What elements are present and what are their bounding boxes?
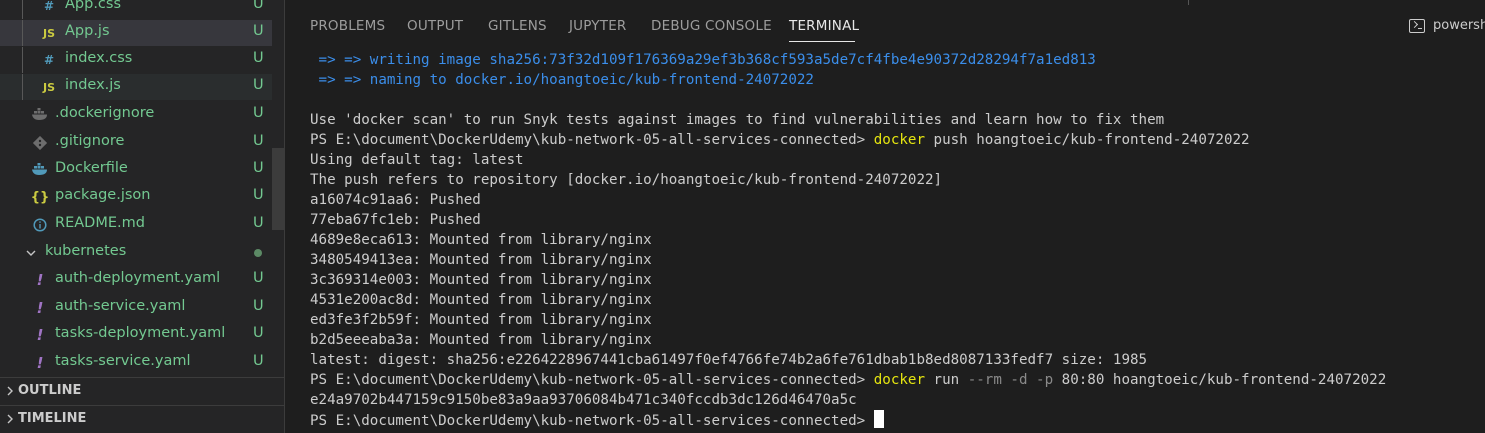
docker-icon [31, 161, 49, 179]
file-name: Dockerfile [55, 160, 128, 176]
terminal-line: 4531e200ac8d: Mounted from library/nginx [310, 292, 652, 308]
terminal-line: PS E:\document\DockerUdemy\kub-network-0… [310, 372, 1387, 388]
yaml-file-icon: ! [36, 299, 44, 317]
terminal-line: 3c369314e003: Mounted from library/nginx [310, 272, 652, 288]
js-file-icon: JS [42, 26, 55, 40]
file-name: package.json [55, 187, 151, 203]
file-dockerignore[interactable]: .dockerignore U [0, 102, 272, 128]
git-status-badge: U [253, 353, 264, 369]
terminal-icon [1409, 19, 1425, 33]
css-file-icon: # [43, 0, 55, 13]
file-app-js[interactable]: JS App.js U [0, 20, 272, 46]
git-status-badge: U [253, 77, 264, 93]
panel-tabs: PROBLEMS OUTPUT GITLENS JUPYTER DEBUG CO… [285, 0, 1485, 50]
git-status-badge: U [253, 325, 264, 341]
file-name: tasks-deployment.yaml [55, 325, 226, 341]
terminal-line: a16074c91aa6: Pushed [310, 192, 481, 208]
file-index-js[interactable]: JS index.js U [0, 74, 272, 100]
file-name: auth-service.yaml [55, 298, 186, 314]
git-status-badge: U [253, 187, 264, 203]
folder-kubernetes[interactable]: kubernetes [0, 240, 272, 266]
git-status-badge: U [253, 133, 264, 149]
terminal-line: => => writing image sha256:73f32d109f176… [310, 52, 1096, 68]
explorer-tree: # App.css U JS App.js U # index.css U JS… [0, 0, 284, 377]
tab-output[interactable]: OUTPUT [407, 18, 463, 34]
git-status-badge: U [253, 215, 264, 231]
modified-dot-icon [254, 249, 262, 257]
file-name: App.js [65, 23, 110, 39]
file-name: tasks-service.yaml [55, 353, 191, 369]
terminal-prompt-line[interactable]: PS E:\document\DockerUdemy\kub-network-0… [310, 410, 884, 430]
active-tab-indicator [789, 41, 855, 42]
js-file-icon: JS [42, 80, 55, 94]
terminal-line: latest: digest: sha256:e2264228967441cba… [310, 352, 1148, 368]
file-readme[interactable]: README.md U [0, 212, 272, 238]
yaml-file-icon: ! [36, 271, 44, 289]
git-status-badge: U [253, 0, 264, 12]
terminal-line: 4689e8eca613: Mounted from library/nginx [310, 232, 652, 248]
tab-gitlens[interactable]: GITLENS [488, 18, 547, 34]
docker-gray-icon [31, 106, 49, 124]
chevron-down-icon [22, 244, 40, 262]
file-auth-service-yaml[interactable]: ! auth-service.yaml U [0, 295, 272, 321]
sidebar: # App.css U JS App.js U # index.css U JS… [0, 0, 284, 433]
git-status-badge: U [253, 270, 264, 286]
file-auth-deployment-yaml[interactable]: ! auth-deployment.yaml U [0, 267, 272, 293]
terminal-line: e24a9702b447159c9150be83a9aa93706084b471… [310, 392, 857, 408]
json-file-icon: {} [30, 189, 50, 205]
yaml-file-icon: ! [36, 354, 44, 372]
file-name: .dockerignore [55, 105, 155, 121]
terminal-line: Use 'docker scan' to run Snyk tests agai… [310, 112, 1165, 128]
file-tasks-service-yaml[interactable]: ! tasks-service.yaml U [0, 350, 272, 376]
tab-problems[interactable]: PROBLEMS [310, 18, 385, 34]
outline-label: OUTLINE [18, 383, 82, 398]
git-icon [31, 134, 49, 152]
yaml-file-icon: ! [36, 326, 44, 344]
tab-jupyter[interactable]: JUPYTER [569, 18, 627, 34]
git-status-badge: U [253, 298, 264, 314]
git-status-badge: U [253, 50, 264, 66]
tab-debug-console[interactable]: DEBUG CONSOLE [651, 18, 772, 34]
git-status-badge: U [253, 23, 264, 39]
info-icon [31, 216, 49, 234]
chevron-right-icon [4, 412, 16, 426]
terminal-line: 3480549413ea: Mounted from library/nginx [310, 252, 652, 268]
folder-name: kubernetes [45, 243, 127, 259]
terminal-cursor [873, 410, 884, 428]
file-name: README.md [55, 215, 145, 231]
file-name: auth-deployment.yaml [55, 270, 221, 286]
file-gitignore[interactable]: .gitignore U [0, 130, 272, 156]
file-name: .gitignore [55, 133, 125, 149]
terminal-selector[interactable]: powersh [1409, 17, 1485, 41]
file-package-json[interactable]: {} package.json U [0, 184, 272, 210]
outline-section-header[interactable]: OUTLINE [0, 377, 284, 404]
css-file-icon: # [43, 53, 55, 67]
file-dockerfile[interactable]: Dockerfile U [0, 157, 272, 183]
tab-terminal[interactable]: TERMINAL [789, 18, 859, 34]
divider [1188, 0, 1189, 5]
explorer-scrollbar-thumb[interactable] [272, 148, 284, 230]
chevron-right-icon [4, 384, 16, 398]
git-status-badge: U [253, 105, 264, 121]
timeline-section-header[interactable]: TIMELINE [0, 405, 284, 432]
terminal-line: 77eba67fc1eb: Pushed [310, 212, 481, 228]
git-status-badge: U [253, 160, 264, 176]
terminal-line: => => naming to docker.io/hoangtoeic/kub… [310, 72, 814, 88]
terminal-name: powersh [1433, 18, 1485, 33]
terminal-output[interactable]: => => writing image sha256:73f32d109f176… [310, 50, 1480, 433]
terminal-line: ed3fe3f2b59f: Mounted from library/nginx [310, 312, 652, 328]
file-name: App.css [65, 0, 122, 12]
terminal-line: The push refers to repository [docker.io… [310, 172, 943, 188]
file-index-css[interactable]: # index.css U [0, 47, 272, 73]
timeline-label: TIMELINE [18, 411, 87, 426]
file-name: index.css [65, 50, 133, 66]
file-app-css[interactable]: # App.css U [0, 0, 272, 19]
file-tasks-deployment-yaml[interactable]: ! tasks-deployment.yaml U [0, 322, 272, 348]
terminal-line: Using default tag: latest [310, 152, 524, 168]
terminal-line: PS E:\document\DockerUdemy\kub-network-0… [310, 132, 1250, 148]
terminal-line: b2d5eeeaba3a: Mounted from library/nginx [310, 332, 652, 348]
file-name: index.js [65, 77, 121, 93]
bottom-panel: PROBLEMS OUTPUT GITLENS JUPYTER DEBUG CO… [284, 0, 1485, 433]
